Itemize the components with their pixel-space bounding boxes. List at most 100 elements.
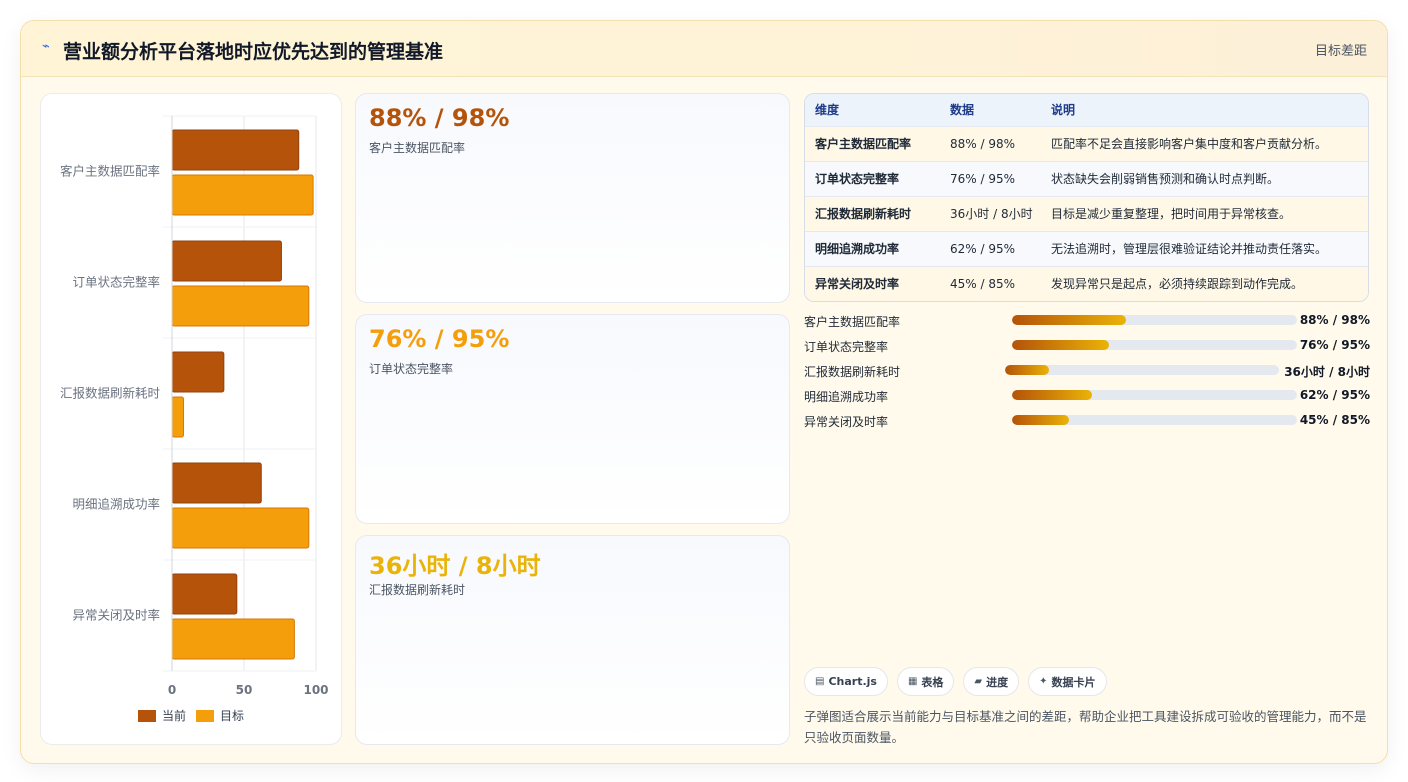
progress-label: 客户主数据匹配率 — [804, 315, 901, 329]
chip-progress[interactable]: ▰ 进度 — [963, 667, 1020, 696]
stat-label: 订单状态完整率 — [369, 362, 454, 376]
stat-value: 76% / 95% — [369, 325, 510, 353]
sparkle-icon: ⌁ — [42, 39, 50, 54]
progress-row: 明细追溯成功率 62% / 95% — [804, 388, 1370, 413]
progress-value: 88% / 98% — [1299, 313, 1370, 327]
stat-value: 88% / 98% — [369, 104, 510, 132]
table-cell: 匹配率不足会直接影响客户集中度和客户贡献分析。 — [1051, 137, 1328, 151]
table-row: 明细追溯成功率 62% / 95% 无法追溯时，管理层很难验证结论并推动责任落实… — [805, 231, 1368, 266]
bar-target — [171, 396, 185, 438]
bar-target — [171, 285, 310, 327]
table-cell: 客户主数据匹配率 — [815, 137, 912, 151]
table-cell: 明细追溯成功率 — [815, 242, 900, 256]
table-cell: 62% / 95% — [950, 241, 1016, 256]
bar-current — [171, 129, 300, 171]
bar-current — [171, 240, 282, 282]
benchmark-table: 维度 数据 说明 客户主数据匹配率 88% / 98% 匹配率不足会直接影响客户… — [804, 93, 1369, 302]
table-cell: 发现异常只是起点，必须持续跟踪到动作完成。 — [1051, 277, 1304, 292]
stat-label: 汇报数据刷新耗时 — [369, 583, 466, 597]
progress-fill — [1005, 365, 1049, 375]
sparkle-icon: ✦ — [1039, 676, 1048, 687]
progress-label: 异常关闭及时率 — [804, 415, 889, 429]
table-cell: 异常关闭及时率 — [815, 277, 900, 292]
category-label: 明细追溯成功率 — [72, 497, 160, 512]
dashboard-panel: ⌁ 营业额分析平台落地时应优先达到的管理基准 目标差距 客户主数据匹配率 订单状态… — [20, 20, 1388, 764]
table-cell: 目标是减少重复整理，把时间用于异常核查。 — [1051, 207, 1292, 221]
legend-label: 目标 — [220, 709, 244, 723]
legend-swatch — [196, 710, 214, 722]
progress-fill — [1012, 390, 1092, 400]
progress-list: 客户主数据匹配率 88% / 98% 订单状态完整率 76% / 95% 汇报数… — [804, 313, 1370, 438]
target-gap-link[interactable]: 目标差距 — [1315, 40, 1367, 59]
progress-value: 76% / 95% — [1299, 338, 1370, 352]
bar-target — [171, 174, 314, 216]
table-cell: 88% / 98% — [950, 136, 1016, 151]
page-title: 营业额分析平台落地时应优先达到的管理基准 — [63, 41, 444, 63]
progress-row: 异常关闭及时率 45% / 85% — [804, 413, 1370, 438]
table-cell: 76% / 95% — [950, 171, 1016, 186]
chip-label: 进度 — [986, 675, 1009, 689]
progress-fill — [1012, 315, 1126, 325]
table-row: 异常关闭及时率 45% / 85% 发现异常只是起点，必须持续跟踪到动作完成。 — [805, 266, 1368, 301]
tag-chips: ▤ Chart.js ▦ 表格 ▰ 进度 ✦ 数据卡片 — [804, 667, 1107, 696]
bullet-chart: 客户主数据匹配率订单状态完整率汇报数据刷新耗时明细追溯成功率异常关闭及时率 0 50… — [60, 115, 329, 723]
progress-row: 汇报数据刷新耗时 36小时 / 8小时 — [804, 363, 1370, 388]
chip-chartjs[interactable]: ▤ Chart.js — [804, 667, 888, 696]
column-header: 维度 — [815, 103, 840, 118]
stat-card-customer-match: 88% / 98% 客户主数据匹配率 — [355, 93, 790, 303]
progress-value: 62% / 95% — [1299, 388, 1370, 402]
stat-card-order-status: 76% / 95% 订单状态完整率 — [355, 314, 790, 524]
progress-row: 客户主数据匹配率 88% / 98% — [804, 313, 1370, 338]
bullet-chart-card: 客户主数据匹配率订单状态完整率汇报数据刷新耗时明细追溯成功率 异常关闭及时率 0 50… — [40, 93, 342, 745]
x-tick-label: 100 — [303, 683, 328, 697]
progress-label: 订单状态完整率 — [804, 340, 889, 354]
progress-icon: ▰ — [974, 676, 983, 687]
table-cell: 36小时 / 8小时 — [950, 207, 1033, 221]
chip-label: 表格 — [921, 675, 944, 689]
category-label: 订单状态完整率 — [72, 275, 160, 290]
table-cell: 订单状态完整率 — [815, 172, 900, 186]
stat-value: 36小时 / 8小时 — [369, 552, 541, 580]
progress-fill — [1012, 340, 1109, 350]
chip-data-card[interactable]: ✦ 数据卡片 — [1028, 667, 1107, 696]
progress-value: 36小时 / 8小时 — [1284, 365, 1370, 379]
progress-track — [1005, 365, 1279, 375]
category-label: 客户主数据匹配率 — [60, 164, 160, 179]
progress-track — [1012, 315, 1297, 325]
bar-target — [171, 507, 310, 549]
bar-target — [171, 618, 295, 660]
progress-value: 45% / 85% — [1299, 413, 1370, 427]
table-cell: 无法追溯时，管理层很难验证结论并推动责任落实。 — [1051, 242, 1328, 256]
progress-track — [1012, 390, 1297, 400]
description-note: 子弹图适合展示当前能力与目标基准之间的差距，帮助企业把工具建设拆成可验收的管理能… — [804, 709, 1367, 745]
progress-track — [1012, 340, 1297, 350]
table-cell: 45% / 85% — [950, 276, 1016, 291]
column-header: 数据 — [950, 103, 975, 118]
legend-label: 当前 — [162, 708, 186, 723]
progress-label: 汇报数据刷新耗时 — [804, 365, 901, 379]
column-header: 说明 — [1051, 103, 1076, 118]
stat-label: 客户主数据匹配率 — [369, 141, 466, 155]
x-tick-label: 50 — [236, 683, 253, 697]
table-cell: 汇报数据刷新耗时 — [815, 207, 912, 221]
chip-table[interactable]: ▦ 表格 — [896, 667, 955, 696]
chart-icon: ▤ — [815, 676, 825, 687]
stat-card-refresh-time: 36小时 / 8小时 汇报数据刷新耗时 — [355, 535, 790, 745]
category-label: 汇报数据刷新耗时 — [60, 386, 161, 401]
x-tick-label: 0 — [168, 683, 176, 697]
table-row: 汇报数据刷新耗时 36小时 / 8小时 目标是减少重复整理，把时间用于异常核查。 — [805, 196, 1368, 231]
table-icon: ▦ — [907, 676, 918, 687]
chip-label: Chart.js — [828, 675, 877, 688]
chip-label: 数据卡片 — [1051, 675, 1096, 689]
progress-fill — [1012, 415, 1069, 425]
table-header-row: 维度 数据 说明 — [805, 94, 1368, 126]
table-cell: 状态缺失会削弱销售预测和确认时点判断。 — [1051, 172, 1280, 186]
progress-track — [1012, 415, 1297, 425]
panel-header: ⌁ 营业额分析平台落地时应优先达到的管理基准 目标差距 — [21, 21, 1387, 77]
legend-swatch — [138, 710, 156, 722]
bar-current — [171, 573, 238, 615]
category-label: 异常关闭及时率 — [72, 608, 160, 623]
bar-current — [171, 462, 262, 504]
table-row: 订单状态完整率 76% / 95% 状态缺失会削弱销售预测和确认时点判断。 — [805, 161, 1368, 196]
progress-row: 订单状态完整率 76% / 95% — [804, 338, 1370, 363]
